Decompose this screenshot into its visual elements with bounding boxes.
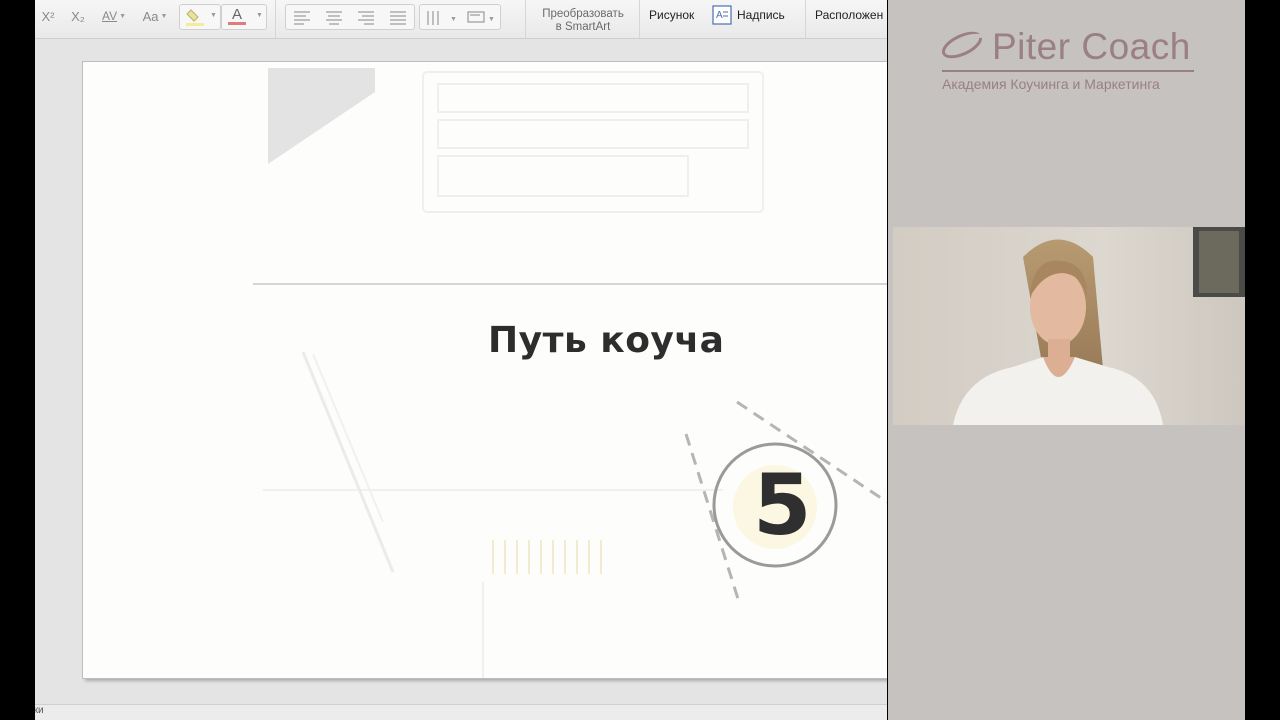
- textbox-icon: A: [712, 5, 732, 25]
- change-case-label: Aa: [142, 8, 159, 24]
- status-bar: тки: [35, 704, 887, 720]
- insert-picture-button[interactable]: Рисунок: [649, 8, 694, 22]
- toolbar-divider: [525, 0, 526, 38]
- presenter-video: [893, 227, 1245, 425]
- svg-text:A: A: [716, 10, 723, 21]
- chevron-down-icon: ▼: [160, 12, 168, 20]
- presenter-video-frame: [893, 227, 1245, 425]
- status-text: тки: [35, 705, 44, 716]
- toolbar-divider: [805, 0, 806, 38]
- character-spacing-button[interactable]: AV ▼: [99, 5, 129, 27]
- convert-smartart-label-2: в SmartArt: [555, 21, 611, 33]
- superscript-button[interactable]: X²: [37, 5, 59, 27]
- letterbox-right: [1245, 0, 1280, 720]
- toolbar-divider: [639, 0, 640, 38]
- slide-canvas[interactable]: Путь коуча 5: [83, 62, 887, 678]
- slide-background-graphic: [253, 68, 887, 678]
- chevron-down-icon: ▼: [210, 12, 217, 19]
- align-center-icon: [326, 11, 342, 25]
- toolbar-divider: [275, 0, 276, 38]
- text-direction-icon: ▼ ▼: [427, 11, 495, 25]
- arrange-button[interactable]: Расположен: [815, 8, 883, 22]
- subscript-label: X₂: [71, 8, 85, 24]
- slide-number[interactable]: 5: [753, 456, 811, 554]
- subscript-button[interactable]: X₂: [67, 5, 89, 27]
- align-right-icon: [358, 11, 374, 25]
- slide-title[interactable]: Путь коуча: [488, 320, 724, 361]
- brand-name: Piter Coach: [992, 26, 1191, 67]
- piter-coach-logo-icon: [941, 31, 983, 59]
- ribbon-toolbar: X² X₂ AV ▼ Aa ▼ ▼ A ▼ ▼ ▼ Преобразовать …: [35, 0, 887, 39]
- convert-smartart-label-1: Преобразовать: [542, 8, 624, 20]
- highlight-color-button[interactable]: ▼: [179, 4, 221, 30]
- picture-label: Рисунок: [649, 8, 695, 22]
- character-spacing-label: AV: [101, 9, 118, 23]
- chevron-down-icon: ▼: [256, 12, 263, 19]
- align-icons: [294, 11, 406, 25]
- brand-underline: [942, 70, 1194, 72]
- textbox-label: Надпись: [737, 8, 785, 22]
- font-color-button[interactable]: A ▼: [221, 4, 267, 30]
- brand-tagline: Академия Коучинга и Маркетинга: [942, 76, 1160, 92]
- highlighter-icon: [186, 9, 204, 26]
- font-color-label: A: [232, 6, 243, 23]
- insert-textbox-button[interactable]: A Надпись: [711, 4, 785, 26]
- superscript-label: X²: [41, 8, 55, 24]
- svg-text:▼: ▼: [488, 16, 495, 23]
- paragraph-align-group: [285, 4, 415, 30]
- convert-to-smartart-button[interactable]: Преобразовать в SmartArt: [535, 8, 631, 34]
- align-left-icon: [294, 11, 310, 25]
- svg-text:▼: ▼: [450, 16, 457, 23]
- text-direction-group[interactable]: ▼ ▼: [419, 4, 501, 30]
- presentation-editor: X² X₂ AV ▼ Aa ▼ ▼ A ▼ ▼ ▼ Преобразовать …: [35, 0, 887, 720]
- arrange-label: Расположен: [815, 8, 884, 22]
- presenter-panel: Piter Coach Академия Коучинга и Маркетин…: [888, 0, 1245, 720]
- change-case-button[interactable]: Aa ▼: [139, 5, 171, 27]
- chevron-down-icon: ▼: [119, 12, 127, 20]
- font-color-swatch: [228, 22, 246, 25]
- justify-icon: [390, 11, 406, 25]
